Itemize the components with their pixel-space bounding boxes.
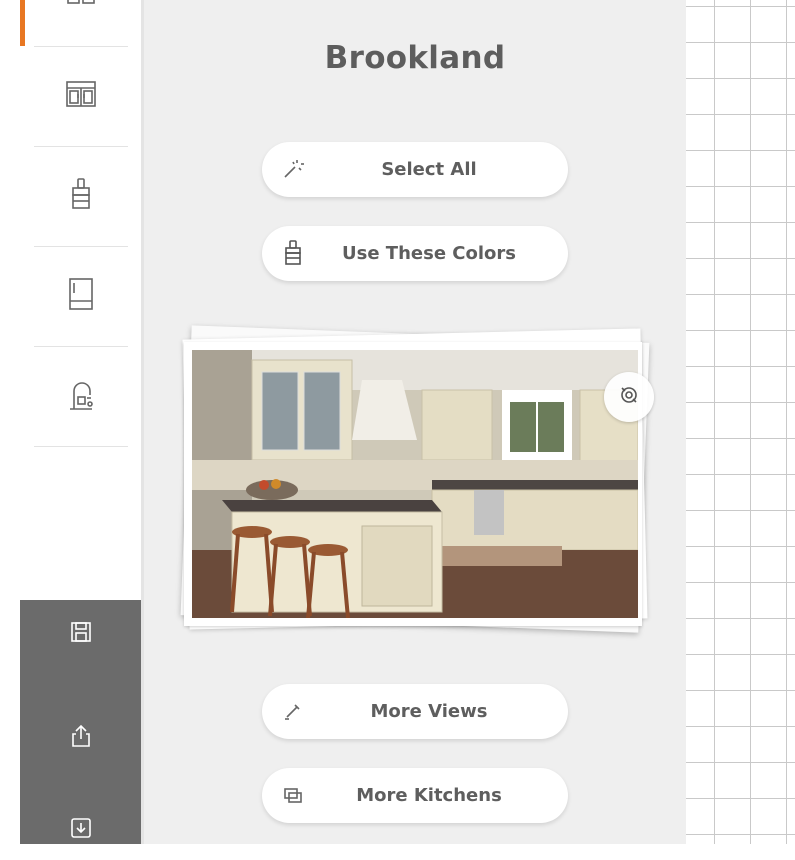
paintbrush-icon	[280, 240, 306, 266]
rotate-icon	[618, 384, 640, 410]
faucet-icon	[64, 377, 98, 415]
more-views-label: More Views	[370, 701, 488, 722]
design-canvas-grid[interactable]	[686, 0, 795, 844]
sidebar-item-layout[interactable]	[20, 0, 141, 46]
save-icon	[68, 619, 94, 649]
share-icon	[68, 723, 94, 753]
download-button[interactable]	[20, 800, 141, 860]
more-kitchens-label: More Kitchens	[356, 785, 502, 806]
use-these-colors-label: Use These Colors	[342, 243, 516, 264]
sidebar-item-cabinets[interactable]	[20, 46, 141, 146]
sidebar-actions	[20, 600, 141, 844]
refrigerator-icon	[64, 277, 98, 315]
sidebar	[20, 0, 144, 844]
kitchen-panel: Brookland Select All Use These Colors Mo…	[144, 0, 686, 844]
paintbrush-icon	[64, 177, 98, 215]
select-all-label: Select All	[381, 159, 477, 180]
save-button[interactable]	[20, 604, 141, 664]
more-kitchens-button[interactable]: More Kitchens	[262, 768, 568, 823]
select-all-button[interactable]: Select All	[262, 142, 568, 197]
sidebar-divider	[34, 446, 128, 447]
use-these-colors-button[interactable]: Use These Colors	[262, 226, 568, 281]
cabinet-icon	[64, 77, 98, 115]
left-margin	[0, 0, 20, 844]
layout-icon	[64, 0, 98, 15]
download-icon	[68, 815, 94, 845]
kitchen-photo[interactable]	[184, 342, 642, 626]
more-views-button[interactable]: More Views	[262, 684, 568, 739]
share-button[interactable]	[20, 708, 141, 768]
sidebar-item-appliances[interactable]	[20, 246, 141, 346]
magic-wand-icon	[280, 156, 306, 182]
sidebar-item-paint[interactable]	[20, 146, 141, 246]
sidebar-item-fixtures[interactable]	[20, 346, 141, 446]
page-title: Brookland	[324, 40, 506, 76]
kitchen-photo-stack	[180, 325, 654, 636]
pencil-icon	[280, 698, 306, 724]
rotate-view-button[interactable]	[604, 372, 654, 422]
gallery-icon	[280, 782, 306, 808]
